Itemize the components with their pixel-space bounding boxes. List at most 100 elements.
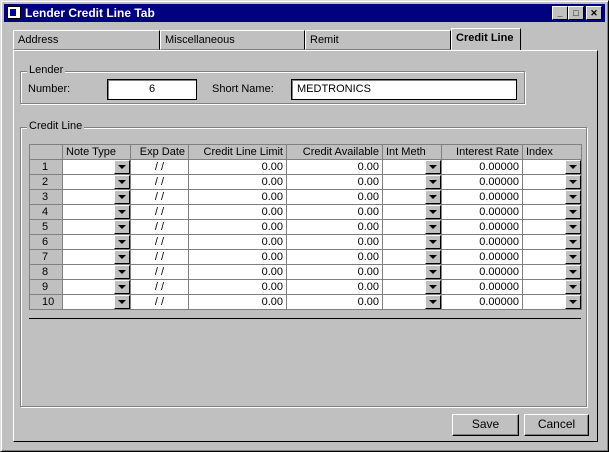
note-type-cell[interactable] [62,264,131,280]
chevron-down-icon[interactable] [425,235,441,249]
chevron-down-icon[interactable] [565,265,581,279]
chevron-down-icon[interactable] [114,160,130,174]
title-bar[interactable]: Lender Credit Line Tab _ □ ✕ [4,4,605,22]
minimize-button[interactable]: _ [552,6,568,20]
exp-date-cell[interactable]: / / [130,174,189,190]
tab-address[interactable]: Address [13,30,160,50]
chevron-down-icon[interactable] [425,205,441,219]
credit-line-limit-cell[interactable]: 0.00 [188,294,287,310]
row-number-cell[interactable]: 5 [29,219,63,235]
interest-rate-cell[interactable]: 0.00000 [441,189,523,205]
chevron-down-icon[interactable] [565,295,581,309]
index-cell[interactable] [522,219,582,235]
column-header-interest-rate[interactable]: Interest Rate [441,144,523,160]
credit-available-cell[interactable]: 0.00 [286,234,383,250]
credit-line-limit-cell[interactable]: 0.00 [188,249,287,265]
column-header-exp-date[interactable]: Exp Date [130,144,189,160]
number-field[interactable]: 6 [107,79,197,100]
interest-rate-cell[interactable]: 0.00000 [441,234,523,250]
credit-available-cell[interactable]: 0.00 [286,189,383,205]
note-type-cell[interactable] [62,294,131,310]
index-cell[interactable] [522,174,582,190]
chevron-down-icon[interactable] [565,280,581,294]
int-meth-cell[interactable] [382,189,442,205]
credit-line-limit-cell[interactable]: 0.00 [188,279,287,295]
credit-line-limit-cell[interactable]: 0.00 [188,174,287,190]
credit-line-limit-cell[interactable]: 0.00 [188,159,287,175]
interest-rate-cell[interactable]: 0.00000 [441,279,523,295]
chevron-down-icon[interactable] [565,220,581,234]
interest-rate-cell[interactable]: 0.00000 [441,249,523,265]
chevron-down-icon[interactable] [425,190,441,204]
chevron-down-icon[interactable] [425,160,441,174]
exp-date-cell[interactable]: / / [130,264,189,280]
exp-date-cell[interactable]: / / [130,159,189,175]
index-cell[interactable] [522,204,582,220]
interest-rate-cell[interactable]: 0.00000 [441,264,523,280]
interest-rate-cell[interactable]: 0.00000 [441,219,523,235]
row-number-cell[interactable]: 2 [29,174,63,190]
credit-line-limit-cell[interactable]: 0.00 [188,264,287,280]
row-number-cell[interactable]: 6 [29,234,63,250]
chevron-down-icon[interactable] [114,295,130,309]
int-meth-cell[interactable] [382,234,442,250]
tab-remit[interactable]: Remit [305,30,451,50]
note-type-cell[interactable] [62,234,131,250]
exp-date-cell[interactable]: / / [130,279,189,295]
chevron-down-icon[interactable] [425,295,441,309]
index-cell[interactable] [522,189,582,205]
index-cell[interactable] [522,279,582,295]
row-number-cell[interactable]: 9 [29,279,63,295]
chevron-down-icon[interactable] [565,235,581,249]
row-number-cell[interactable]: 3 [29,189,63,205]
close-button[interactable]: ✕ [586,6,602,20]
chevron-down-icon[interactable] [565,250,581,264]
int-meth-cell[interactable] [382,159,442,175]
index-cell[interactable] [522,294,582,310]
note-type-cell[interactable] [62,189,131,205]
int-meth-cell[interactable] [382,249,442,265]
credit-available-cell[interactable]: 0.00 [286,159,383,175]
row-number-cell[interactable]: 7 [29,249,63,265]
chevron-down-icon[interactable] [114,220,130,234]
int-meth-cell[interactable] [382,219,442,235]
row-number-cell[interactable]: 10 [29,294,63,310]
column-header-credit-line-limit[interactable]: Credit Line Limit [188,144,287,160]
short-name-field[interactable]: MEDTRONICS [291,79,517,100]
exp-date-cell[interactable]: / / [130,189,189,205]
credit-available-cell[interactable]: 0.00 [286,294,383,310]
credit-available-cell[interactable]: 0.00 [286,204,383,220]
chevron-down-icon[interactable] [114,250,130,264]
interest-rate-cell[interactable]: 0.00000 [441,174,523,190]
credit-available-cell[interactable]: 0.00 [286,219,383,235]
int-meth-cell[interactable] [382,174,442,190]
credit-available-cell[interactable]: 0.00 [286,279,383,295]
exp-date-cell[interactable]: / / [130,234,189,250]
note-type-cell[interactable] [62,174,131,190]
index-cell[interactable] [522,159,582,175]
chevron-down-icon[interactable] [565,175,581,189]
credit-line-limit-cell[interactable]: 0.00 [188,219,287,235]
exp-date-cell[interactable]: / / [130,204,189,220]
chevron-down-icon[interactable] [425,175,441,189]
column-header-note-type[interactable]: Note Type [62,144,131,160]
chevron-down-icon[interactable] [425,265,441,279]
exp-date-cell[interactable]: / / [130,294,189,310]
note-type-cell[interactable] [62,159,131,175]
note-type-cell[interactable] [62,279,131,295]
index-cell[interactable] [522,249,582,265]
tab-miscellaneous[interactable]: Miscellaneous [160,30,305,50]
index-cell[interactable] [522,264,582,280]
int-meth-cell[interactable] [382,264,442,280]
row-number-cell[interactable]: 4 [29,204,63,220]
credit-available-cell[interactable]: 0.00 [286,174,383,190]
chevron-down-icon[interactable] [565,160,581,174]
column-header-int-meth[interactable]: Int Meth [382,144,442,160]
cancel-button[interactable]: Cancel [524,414,589,436]
credit-available-cell[interactable]: 0.00 [286,249,383,265]
int-meth-cell[interactable] [382,294,442,310]
note-type-cell[interactable] [62,204,131,220]
save-button[interactable]: Save [452,414,519,436]
chevron-down-icon[interactable] [114,175,130,189]
chevron-down-icon[interactable] [565,205,581,219]
